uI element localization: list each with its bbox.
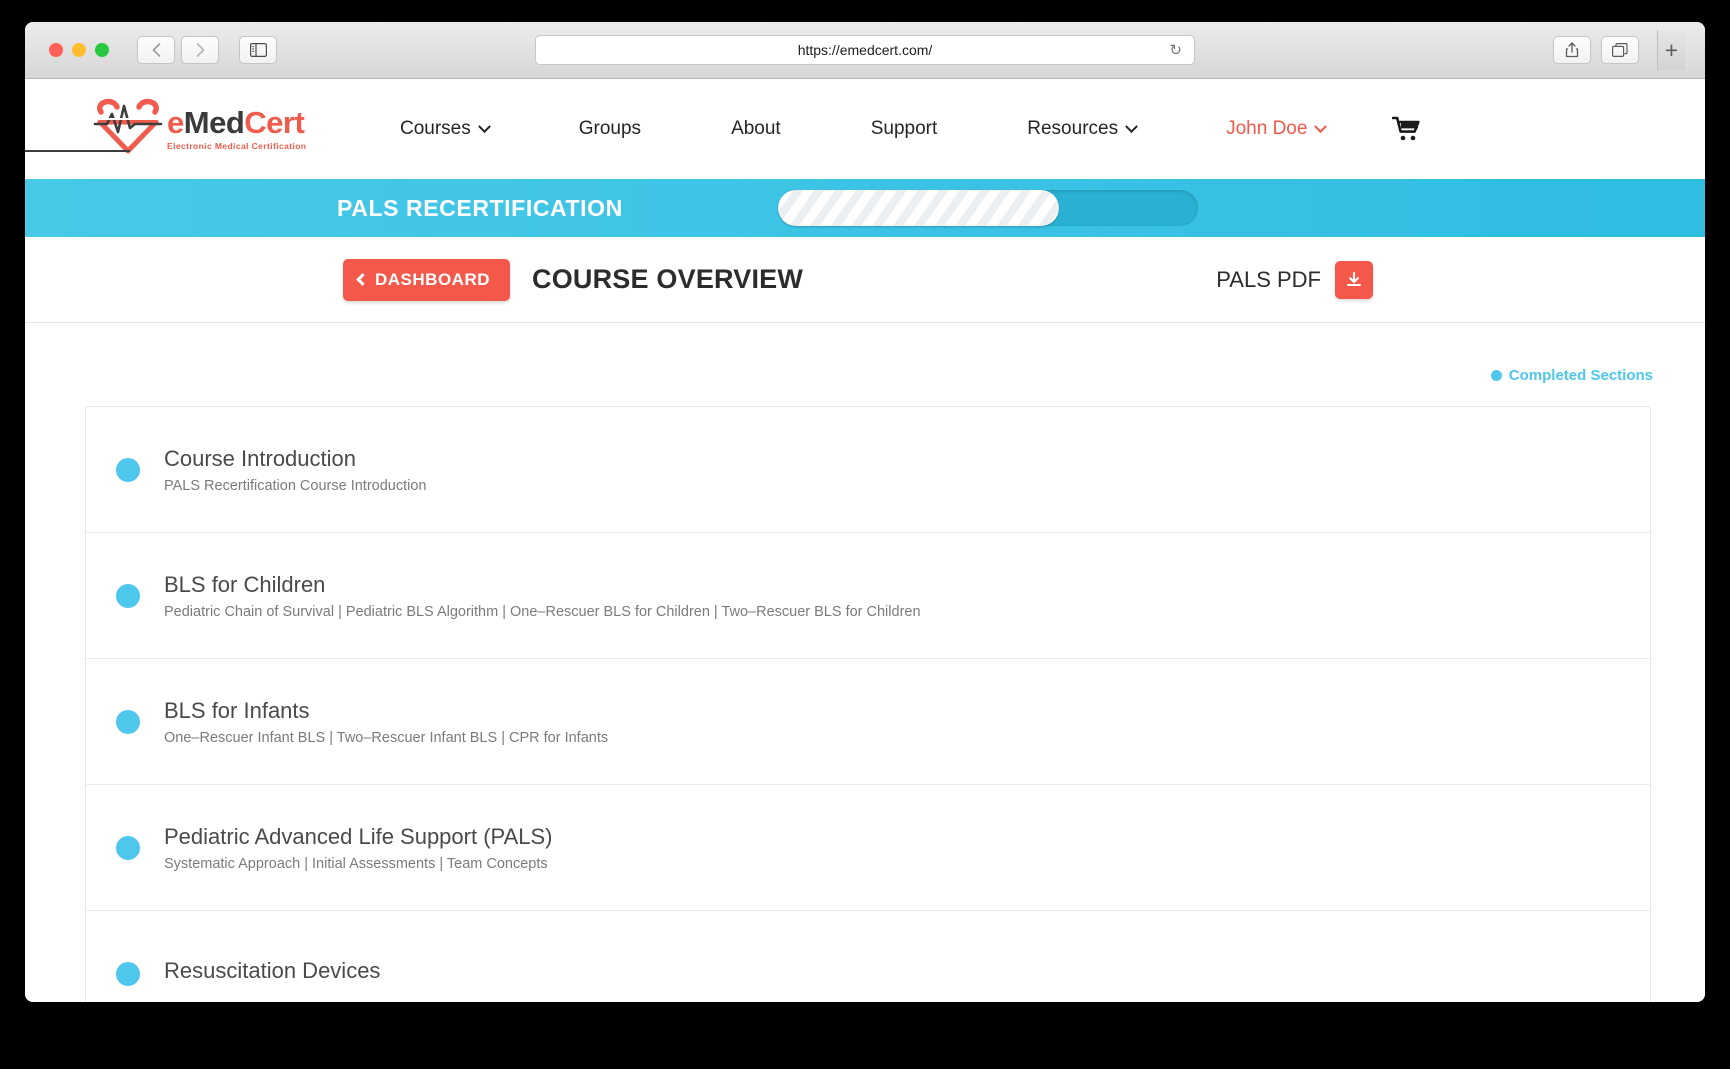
- course-sections-list: Course Introduction PALS Recertification …: [85, 406, 1651, 1002]
- back-button[interactable]: [137, 36, 175, 64]
- close-window-button[interactable]: [49, 43, 63, 57]
- section-status-dot-icon: [116, 457, 140, 482]
- course-section-row[interactable]: BLS for Children Pediatric Chain of Survi…: [86, 533, 1650, 659]
- url-text: https://emedcert.com/: [797, 42, 933, 58]
- course-banner-title: PALS RECERTIFICATION: [337, 194, 623, 221]
- site-logo[interactable]: eMedCert Electronic Medical Certificatio…: [25, 98, 325, 161]
- browser-titlebar: https://emedcert.com/ ↻ +: [25, 22, 1705, 79]
- forward-button[interactable]: [181, 36, 219, 64]
- nav-item-courses[interactable]: Courses: [355, 118, 534, 140]
- course-subheader: DASHBOARD COURSE OVERVIEW PALS PDF: [25, 237, 1705, 323]
- section-subtitle: PALS Recertification Course Introduction: [164, 477, 427, 494]
- section-title: Course Introduction: [164, 445, 356, 471]
- nav-label-courses: Courses: [400, 118, 471, 139]
- logo-tagline: Electronic Medical Certification: [167, 141, 307, 151]
- user-name-label: John Doe: [1226, 118, 1308, 139]
- nav-label-resources: Resources: [1027, 118, 1119, 139]
- download-pdf-button[interactable]: [1335, 260, 1373, 299]
- section-status-dot-icon: [116, 962, 140, 986]
- address-bar[interactable]: https://emedcert.com/ ↻: [535, 35, 1195, 65]
- logo-wordmark: eMedCert Electronic Medical Certificatio…: [167, 107, 306, 151]
- section-subtitle: Systematic Approach | Initial Assessment…: [164, 855, 548, 872]
- minimize-window-button[interactable]: [72, 43, 86, 57]
- nav-item-resources[interactable]: Resources: [982, 118, 1181, 140]
- legend-label: Completed Sections: [1508, 367, 1653, 384]
- web-page: eMedCert Electronic Medical Certificatio…: [25, 79, 1705, 1002]
- nav-item-support[interactable]: Support: [826, 118, 983, 140]
- new-tab-button[interactable]: +: [1657, 30, 1685, 70]
- ekg-baseline-decoration: [25, 149, 130, 152]
- chevron-down-icon: [1314, 119, 1328, 133]
- chevron-down-icon: [1125, 119, 1138, 133]
- section-text-block: BLS for Children Pediatric Chain of Survi…: [164, 572, 921, 620]
- course-progress-bar: [778, 190, 1198, 226]
- logo-text-cert: Cert: [244, 105, 305, 140]
- page-title: COURSE OVERVIEW: [532, 264, 804, 294]
- shopping-cart-icon[interactable]: [1347, 116, 1462, 142]
- legend-dot-icon: [1490, 370, 1502, 381]
- course-progress-fill: [778, 190, 1060, 226]
- show-tabs-icon[interactable]: [1601, 36, 1639, 64]
- course-section-row[interactable]: Course Introduction PALS Recertification …: [86, 407, 1650, 533]
- section-text-block: Resuscitation Devices: [164, 958, 380, 990]
- section-text-block: Course Introduction PALS Recertification …: [164, 446, 426, 494]
- section-subtitle: One–Rescuer Infant BLS | Two–Rescuer Inf…: [164, 729, 609, 746]
- browser-window: https://emedcert.com/ ↻ + eMedCert Elect…: [25, 22, 1705, 1002]
- course-section-row[interactable]: BLS for Infants One–Rescuer Infant BLS | …: [86, 659, 1650, 785]
- nav-label-groups: Groups: [578, 118, 642, 139]
- course-section-row[interactable]: Resuscitation Devices: [86, 911, 1650, 1002]
- section-status-dot-icon: [116, 583, 140, 608]
- address-bar-container: https://emedcert.com/ ↻: [535, 35, 1195, 65]
- browser-nav-buttons: [137, 36, 277, 64]
- section-title: BLS for Children: [164, 571, 326, 597]
- nav-item-about[interactable]: About: [686, 118, 826, 140]
- section-text-block: BLS for Infants One–Rescuer Infant BLS | …: [164, 698, 608, 746]
- chevron-left-icon: [356, 273, 369, 286]
- site-header: eMedCert Electronic Medical Certificatio…: [25, 79, 1705, 179]
- completed-sections-legend: Completed Sections: [25, 323, 1705, 384]
- pdf-download-area: PALS PDF: [1216, 260, 1373, 299]
- reload-icon[interactable]: ↻: [1169, 41, 1182, 59]
- sidebar-toggle-icon[interactable]: [239, 36, 277, 64]
- section-title: BLS for Infants: [164, 697, 310, 723]
- nav-label-support: Support: [870, 118, 938, 139]
- section-title: Pediatric Advanced Life Support (PALS): [164, 823, 553, 849]
- dashboard-button[interactable]: DASHBOARD: [343, 258, 510, 301]
- course-overview-content: Completed Sections Course Introduction PA…: [25, 323, 1705, 1002]
- main-navigation: Courses Groups About Support Resources J…: [325, 116, 1705, 142]
- course-banner: PALS RECERTIFICATION: [25, 179, 1705, 237]
- logo-text-e: e: [167, 105, 184, 140]
- section-title: Resuscitation Devices: [164, 958, 381, 983]
- browser-toolbar-right: +: [1553, 30, 1691, 70]
- share-icon[interactable]: [1553, 36, 1591, 64]
- course-section-row[interactable]: Pediatric Advanced Life Support (PALS) Sy…: [86, 785, 1650, 911]
- section-subtitle: Pediatric Chain of Survival | Pediatric …: [164, 603, 921, 620]
- user-menu[interactable]: John Doe: [1181, 118, 1347, 140]
- pdf-label: PALS PDF: [1216, 266, 1321, 292]
- maximize-window-button[interactable]: [95, 43, 109, 57]
- nav-label-about: About: [731, 118, 781, 139]
- dashboard-button-label: DASHBOARD: [375, 269, 490, 289]
- logo-text-med: Med: [183, 105, 245, 140]
- nav-item-groups[interactable]: Groups: [534, 118, 686, 140]
- chevron-down-icon: [477, 119, 491, 133]
- section-status-dot-icon: [116, 835, 140, 860]
- section-text-block: Pediatric Advanced Life Support (PALS) Sy…: [164, 824, 552, 872]
- window-controls: [49, 43, 109, 57]
- section-status-dot-icon: [116, 709, 140, 734]
